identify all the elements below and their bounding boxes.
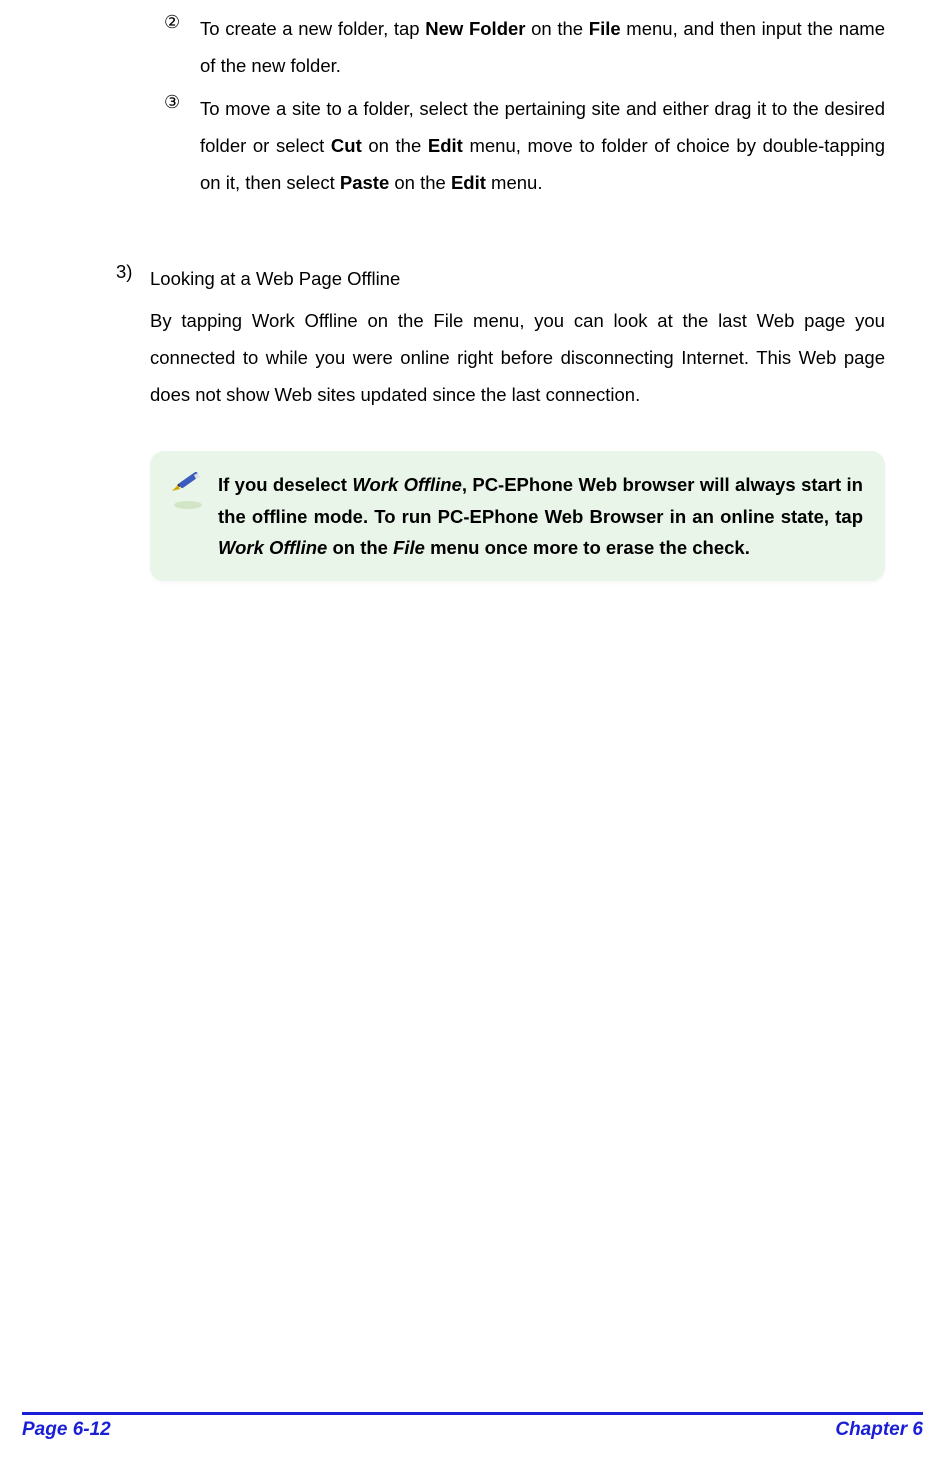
note-box: If you deselect Work Offline, PC-EPhone … bbox=[150, 451, 885, 581]
footer-divider bbox=[22, 1412, 923, 1415]
section-3-title: Looking at a Web Page Offline bbox=[150, 261, 400, 296]
note-text: If you deselect Work Offline, PC-EPhone … bbox=[218, 469, 863, 563]
list-text-2: To create a new folder, tap New Folder o… bbox=[200, 10, 885, 84]
page-footer: Page 6-12 Chapter 6 bbox=[0, 1412, 945, 1441]
list-marker-2: ② bbox=[164, 10, 200, 33]
list-item-2: ② To create a new folder, tap New Folder… bbox=[164, 10, 885, 84]
section-3: 3) Looking at a Web Page Offline By tapp… bbox=[116, 261, 885, 413]
list-item-3: ③ To move a site to a folder, select the… bbox=[164, 90, 885, 201]
list-marker-3: ③ bbox=[164, 90, 200, 113]
section-3-marker: 3) bbox=[116, 261, 150, 283]
section-3-body: By tapping Work Offline on the File menu… bbox=[150, 302, 885, 413]
page-content: ② To create a new folder, tap New Folder… bbox=[0, 0, 945, 581]
list-text-3: To move a site to a folder, select the p… bbox=[200, 90, 885, 201]
note-icon bbox=[168, 471, 210, 516]
footer-chapter: Chapter 6 bbox=[835, 1419, 923, 1441]
footer-page-number: Page 6-12 bbox=[22, 1419, 111, 1441]
